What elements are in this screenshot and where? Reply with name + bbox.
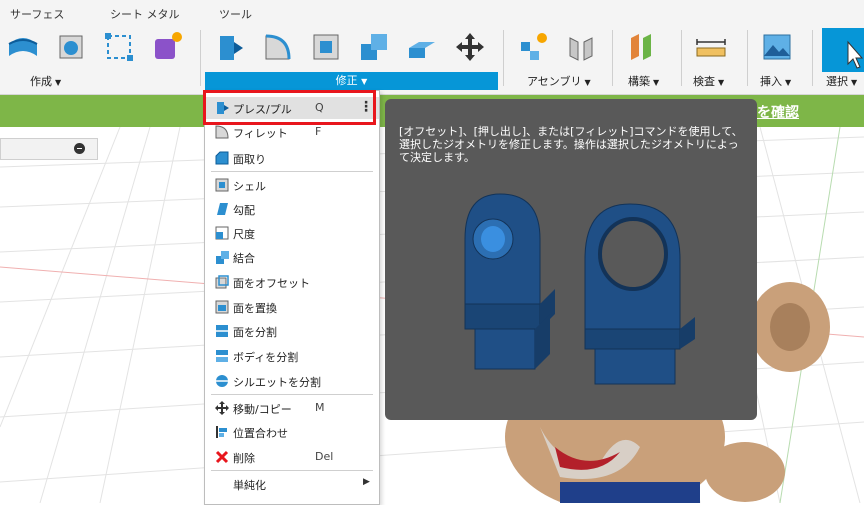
menu-item-split-face[interactable]: 面を分割 (205, 320, 379, 342)
menu-item-scale[interactable]: 尺度 (205, 222, 379, 244)
tab-surface[interactable]: サーフェス (10, 6, 64, 22)
menu-separator (211, 470, 373, 471)
split-body-icon (216, 350, 228, 362)
group-select-label[interactable]: 選択 ▼ (826, 74, 857, 90)
joint-icon[interactable] (564, 30, 598, 64)
press-pull-toolbar-icon[interactable] (213, 30, 247, 64)
menu-item-delete[interactable]: 削除 Del (205, 446, 379, 468)
tab-tools[interactable]: ツール (219, 6, 252, 22)
menu-item-combine[interactable]: 結合 (205, 246, 379, 268)
delete-icon (215, 450, 229, 464)
tooltip-panel: [オフセット]、[押し出し]、または[フィレット]コマンドを使用して、選択したジ… (385, 99, 757, 420)
modify-dropdown-menu: プレス/プル Q ⋮ フィレット F 面取り シェル 勾配 尺度 結合 面をオフ… (204, 90, 380, 505)
ribbon-tabs: サーフェス シート メタル ツール (0, 6, 864, 22)
scale-icon (215, 226, 229, 240)
select-button[interactable] (822, 28, 864, 72)
menu-item-move-copy[interactable]: 移動/コピー M (205, 397, 379, 419)
offset-face-toolbar-icon[interactable] (405, 30, 439, 64)
extrude-icon[interactable] (6, 30, 40, 64)
form-icon[interactable] (150, 30, 184, 64)
tooltip-illustration (464, 193, 695, 385)
draft-icon (217, 203, 228, 215)
replace-face-icon (215, 300, 229, 314)
move-toolbar-icon[interactable] (453, 30, 487, 64)
align-icon (216, 426, 227, 438)
collapse-icon[interactable] (74, 143, 85, 154)
shell-toolbar-icon[interactable] (309, 30, 343, 64)
tooltip-description: [オフセット]、[押し出し]、または[フィレット]コマンドを使用して、選択したジ… (399, 125, 743, 164)
menu-separator (211, 171, 373, 172)
menu-item-draft[interactable]: 勾配 (205, 198, 379, 220)
shell-icon (215, 178, 229, 192)
banner-link[interactable]: を確認 (757, 102, 799, 122)
menu-item-align[interactable]: 位置合わせ (205, 421, 379, 443)
browser-panel-header (0, 138, 98, 160)
fillet-toolbar-icon[interactable] (261, 30, 295, 64)
menu-item-offset-face[interactable]: 面をオフセット (205, 271, 379, 293)
chamfer-icon (215, 151, 229, 165)
menu-separator (211, 394, 373, 395)
separator (681, 30, 682, 86)
silhouette-split-icon (216, 375, 228, 387)
offset-plane-icon[interactable] (625, 30, 659, 64)
part-before-image (464, 193, 555, 370)
combine-icon (216, 251, 229, 264)
menu-item-chamfer[interactable]: 面取り (205, 147, 379, 169)
insert-image-icon[interactable] (760, 30, 794, 64)
menu-item-replace-face[interactable]: 面を置換 (205, 296, 379, 318)
sketch-icon[interactable] (102, 30, 136, 64)
submenu-arrow-icon: ▶ (363, 477, 370, 487)
group-create-label[interactable]: 作成 ▼ (30, 74, 61, 90)
menu-item-shell[interactable]: シェル (205, 174, 379, 196)
separator (747, 30, 748, 86)
highlight-box (203, 90, 376, 125)
ribbon-toolbar: サーフェス シート メタル ツール 作成 ▼ 修正 ▼ アセンブリ ▼ 構築 ▼… (0, 0, 864, 95)
menu-item-simplify[interactable]: 単純化 ▶ (205, 473, 379, 495)
menu-item-split-body[interactable]: ボディを分割 (205, 345, 379, 367)
new-component-icon[interactable] (516, 30, 550, 64)
fillet-icon (215, 125, 229, 139)
separator (503, 30, 504, 86)
offset-face-icon (215, 275, 229, 289)
move-icon (215, 401, 229, 415)
group-inspect-label[interactable]: 検査 ▼ (693, 74, 724, 90)
separator (200, 30, 201, 86)
separator (812, 30, 813, 86)
part-after-image (584, 203, 695, 385)
tab-sheet-metal[interactable]: シート メタル (110, 6, 180, 22)
menu-item-silhouette-split[interactable]: シルエットを分割 (205, 370, 379, 392)
group-construct-label[interactable]: 構築 ▼ (628, 74, 659, 90)
measure-icon[interactable] (694, 30, 728, 64)
separator (612, 30, 613, 86)
split-face-icon (216, 325, 228, 337)
combine-toolbar-icon[interactable] (357, 30, 391, 64)
cursor-arrow-icon (847, 40, 864, 69)
modify-menu-button[interactable]: 修正 ▼ (205, 72, 498, 90)
group-assemble-label[interactable]: アセンブリ ▼ (527, 74, 591, 90)
revolve-icon[interactable] (54, 30, 88, 64)
group-insert-label[interactable]: 挿入 ▼ (760, 74, 791, 90)
